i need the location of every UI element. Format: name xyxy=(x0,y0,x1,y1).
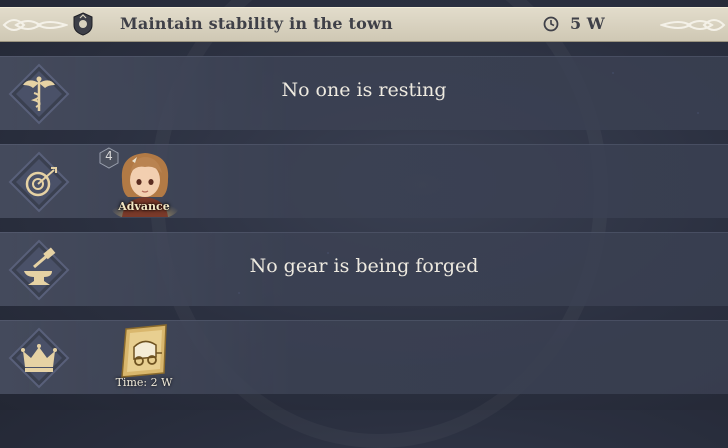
archery-target-icon xyxy=(8,151,70,213)
rest-slot-row[interactable]: No one is resting xyxy=(0,56,728,130)
character-status-label: Advance xyxy=(118,200,170,213)
forge-slot-row[interactable]: No gear is being forged xyxy=(0,232,728,306)
ornament-left-icon xyxy=(2,19,68,31)
forge-status-message: No gear is being forged xyxy=(249,255,479,277)
rest-status-message: No one is resting xyxy=(281,79,447,101)
time-remaining: 5 W xyxy=(570,14,605,33)
quest-title: Maintain stability in the town xyxy=(120,14,393,33)
shield-badge-icon xyxy=(73,12,93,36)
quest-banner[interactable]: Maintain stability in the town 5 W xyxy=(0,7,728,42)
wagon-scroll-icon[interactable] xyxy=(112,323,176,381)
ornament-right-icon xyxy=(660,19,726,31)
crown-icon xyxy=(8,327,70,389)
item-time-label: Time: 2 W xyxy=(115,376,173,389)
royal-slot-row[interactable]: Time: 2 W xyxy=(0,320,728,394)
clock-icon xyxy=(543,16,559,32)
training-slot-row[interactable]: 4 Advance xyxy=(0,144,728,218)
